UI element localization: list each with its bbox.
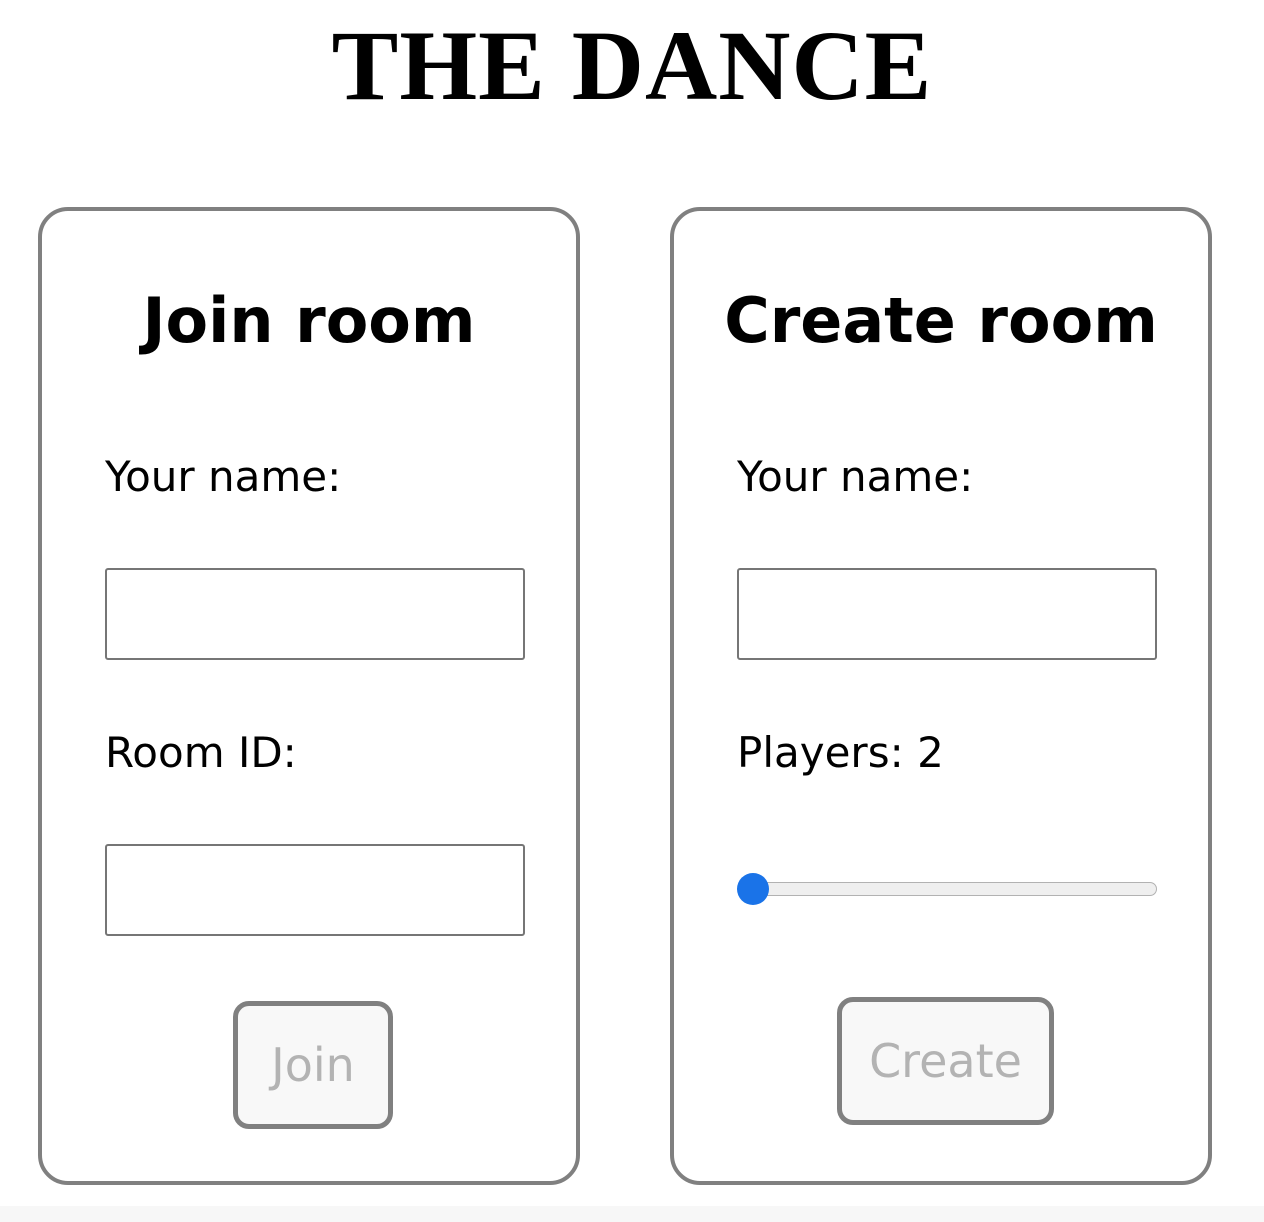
create-name-input[interactable]	[737, 568, 1157, 660]
create-name-label: Your name:	[737, 452, 974, 501]
join-name-label: Your name:	[105, 452, 342, 501]
room-id-input[interactable]	[105, 844, 525, 936]
players-slider-thumb[interactable]	[737, 873, 769, 905]
players-slider[interactable]	[737, 872, 1159, 906]
players-label: Players: 2	[737, 728, 944, 777]
join-room-title: Join room	[142, 284, 476, 357]
create-room-title: Create room	[724, 284, 1158, 357]
players-slider-track[interactable]	[741, 882, 1157, 896]
join-name-input[interactable]	[105, 568, 525, 660]
create-button[interactable]: Create	[837, 997, 1054, 1125]
join-room-card: Join room Your name: Room ID: Join	[38, 207, 580, 1185]
join-button[interactable]: Join	[233, 1001, 393, 1129]
create-room-card: Create room Your name: Players: 2 Create	[670, 207, 1212, 1185]
room-id-label: Room ID:	[105, 728, 297, 777]
app-title: THE DANCE	[331, 10, 933, 121]
page-bottom-edge	[0, 1206, 1264, 1222]
